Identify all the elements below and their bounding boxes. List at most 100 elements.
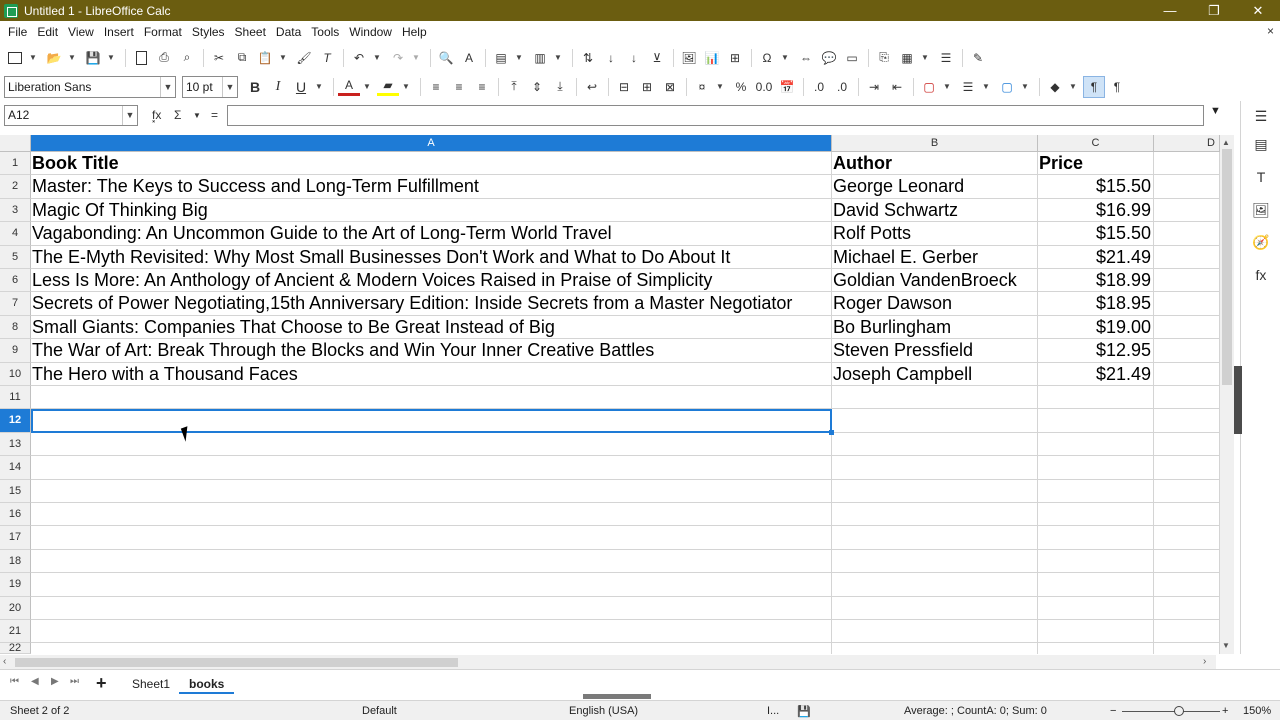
cell-c4[interactable]: $15.50: [1038, 222, 1153, 245]
cell-b6[interactable]: Goldian VandenBroeck: [832, 269, 1037, 292]
zoom-level[interactable]: 150%: [1243, 705, 1271, 717]
center-vertically-icon[interactable]: ⇕: [526, 76, 548, 98]
number-format-icon[interactable]: 0.0: [753, 76, 775, 98]
row-header-4[interactable]: 4: [0, 222, 31, 246]
sidebar-collapse-handle[interactable]: [1234, 366, 1242, 434]
border-color-dropdown-icon[interactable]: ▼: [1019, 76, 1031, 98]
underline-dropdown-icon[interactable]: ▼: [313, 76, 325, 98]
print-preview-icon[interactable]: ⌕: [176, 47, 198, 69]
restore-button[interactable]: ❐: [1192, 0, 1236, 21]
previous-sheet-icon[interactable]: ◀: [31, 676, 39, 687]
scroll-down-icon[interactable]: ▼: [1222, 641, 1230, 650]
cell-c6[interactable]: $18.99: [1038, 269, 1153, 292]
clear-formatting-icon[interactable]: T: [316, 47, 338, 69]
vertical-scroll-thumb[interactable]: [1222, 149, 1232, 385]
column-header-c[interactable]: C: [1038, 135, 1154, 152]
date-format-icon[interactable]: 📅: [776, 76, 798, 98]
align-top-icon[interactable]: ⤒: [503, 76, 525, 98]
row-header-12[interactable]: 12: [0, 409, 31, 433]
cell-a6[interactable]: Less Is More: An Anthology of Ancient & …: [31, 269, 831, 292]
status-summary[interactable]: Average: ; CountA: 0; Sum: 0: [904, 705, 1047, 717]
border-style-dropdown-icon[interactable]: ▼: [980, 76, 992, 98]
percent-format-icon[interactable]: %: [730, 76, 752, 98]
undo-dropdown-icon[interactable]: ▼: [371, 47, 383, 69]
currency-format-icon[interactable]: ¤: [691, 76, 713, 98]
cell-a8[interactable]: Small Giants: Companies That Choose to B…: [31, 316, 831, 339]
freeze-dropdown-icon[interactable]: ▼: [919, 47, 931, 69]
cell-a5[interactable]: The E-Myth Revisited: Why Most Small Bus…: [31, 246, 831, 269]
horizontal-scroll-thumb[interactable]: [15, 658, 458, 667]
align-center-icon[interactable]: ≡: [448, 76, 470, 98]
delete-decimal-icon[interactable]: .0: [831, 76, 853, 98]
sheet-tab-books[interactable]: books: [179, 674, 235, 694]
sum-dropdown-icon[interactable]: ▼: [193, 105, 201, 126]
currency-dropdown-icon[interactable]: ▼: [714, 76, 726, 98]
menu-format[interactable]: Format: [139, 25, 187, 39]
column-header-b[interactable]: B: [832, 135, 1038, 152]
find-replace-icon[interactable]: 🔍: [435, 47, 457, 69]
export-pdf-icon[interactable]: [130, 47, 152, 69]
cut-icon[interactable]: ✂: [208, 47, 230, 69]
vertical-scrollbar[interactable]: ▲ ▼: [1220, 135, 1234, 654]
scroll-right-icon[interactable]: ›: [1203, 656, 1206, 667]
insert-chart-icon[interactable]: 📊: [701, 47, 723, 69]
merge-center-icon[interactable]: ⊟: [613, 76, 635, 98]
selection-mode[interactable]: I...: [767, 705, 779, 717]
conditional-format-dropdown-icon[interactable]: ▼: [1067, 76, 1079, 98]
sort-descending-icon[interactable]: ↓: [623, 47, 645, 69]
column-icon[interactable]: ▥: [529, 47, 551, 69]
row-header-8[interactable]: 8: [0, 315, 31, 340]
zoom-in-icon[interactable]: +: [1222, 705, 1228, 717]
row-header-17[interactable]: 17: [0, 526, 31, 550]
background-color-dropdown-icon[interactable]: ▼: [400, 76, 412, 98]
text-direction-ltr-icon[interactable]: ¶: [1083, 75, 1105, 98]
open-folder-icon[interactable]: 📂: [43, 47, 65, 69]
define-print-area-icon[interactable]: ⎘: [873, 47, 895, 69]
italic-icon[interactable]: I: [267, 76, 289, 98]
wrap-text-icon[interactable]: ↩: [581, 76, 603, 98]
row-header-19[interactable]: 19: [0, 573, 31, 597]
font-color-dropdown-icon[interactable]: ▼: [361, 76, 373, 98]
menu-view[interactable]: View: [63, 25, 99, 39]
font-size-combo[interactable]: 10 pt ▼: [182, 75, 238, 98]
cell-b4[interactable]: Rolf Potts: [832, 222, 1037, 245]
save-icon[interactable]: 💾: [82, 47, 104, 69]
active-cell-cursor[interactable]: [31, 409, 832, 433]
cell-b1[interactable]: Author: [832, 152, 1037, 175]
cell-b7[interactable]: Roger Dawson: [832, 292, 1037, 315]
cell-b9[interactable]: Steven Pressfield: [832, 339, 1037, 362]
font-name-combo[interactable]: Liberation Sans ▼: [4, 75, 176, 98]
last-sheet-icon[interactable]: ⏭: [70, 676, 79, 687]
cell-a2[interactable]: Master: The Keys to Success and Long-Ter…: [31, 175, 831, 198]
spelling-icon[interactable]: A: [458, 47, 480, 69]
cell-a3[interactable]: Magic Of Thinking Big: [31, 199, 831, 222]
merge-cells-icon[interactable]: ⊞: [636, 76, 658, 98]
gallery-icon[interactable]: 🖼: [1252, 201, 1270, 219]
select-all-corner[interactable]: [0, 135, 31, 152]
menu-sheet[interactable]: Sheet: [230, 25, 271, 39]
row-header-5[interactable]: 5: [0, 245, 31, 269]
cell-b8[interactable]: Bo Burlingham: [832, 316, 1037, 339]
row-header-3[interactable]: 3: [0, 198, 31, 223]
conditional-format-icon[interactable]: ◆: [1044, 76, 1066, 98]
redo-icon[interactable]: ↷: [387, 47, 409, 69]
cell-b5[interactable]: Michael E. Gerber: [832, 246, 1037, 269]
menu-file[interactable]: File: [3, 25, 32, 39]
copy-icon[interactable]: ⧉: [231, 47, 253, 69]
scroll-up-icon[interactable]: ▲: [1222, 138, 1230, 147]
first-sheet-icon[interactable]: ⏮: [10, 676, 19, 687]
horizontal-scrollbar[interactable]: ‹ ›: [0, 655, 1216, 669]
menu-tools[interactable]: Tools: [306, 25, 344, 39]
pivot-table-icon[interactable]: ⊞: [724, 47, 746, 69]
properties-icon[interactable]: ▤: [1252, 135, 1270, 153]
cell-a9[interactable]: The War of Art: Break Through the Blocks…: [31, 339, 831, 362]
cell-a10[interactable]: The Hero with a Thousand Faces: [31, 363, 831, 386]
name-box[interactable]: A12 ▼: [4, 105, 138, 126]
menu-insert[interactable]: Insert: [99, 25, 139, 39]
text-direction-ttb-icon[interactable]: ¶: [1106, 76, 1128, 98]
row-header-15[interactable]: 15: [0, 479, 31, 503]
decrease-indent-icon[interactable]: ⇤: [886, 76, 908, 98]
border-style-icon[interactable]: ☰: [957, 76, 979, 98]
freeze-rows-columns-icon[interactable]: ▦: [896, 47, 918, 69]
underline-icon[interactable]: U: [290, 76, 312, 98]
